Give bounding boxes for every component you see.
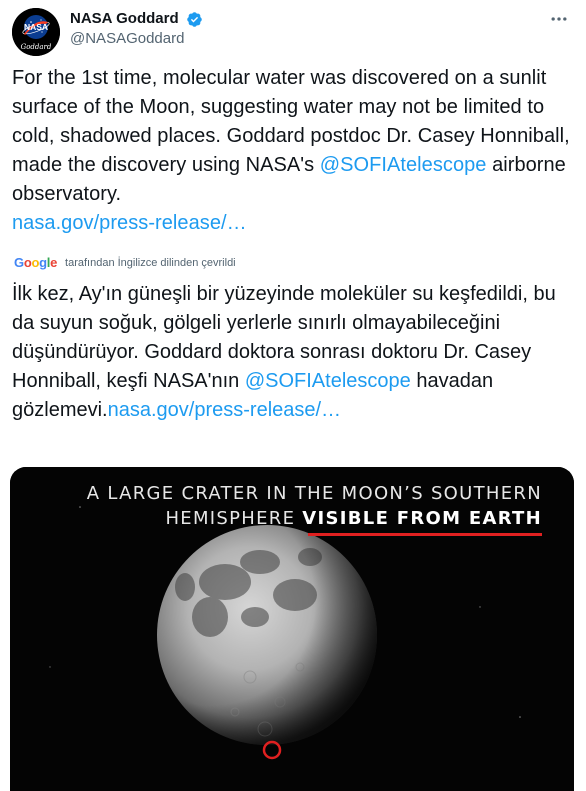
author-name[interactable]: NASA Goddard — [70, 9, 179, 29]
translated-press-release-link[interactable]: nasa.gov/press-release/… — [108, 399, 341, 421]
translation-note: tarafından İngilizce dilinden çevrildi — [65, 257, 236, 269]
mention-link[interactable]: @SOFIAtelescope — [320, 154, 487, 176]
google-logo: Google — [14, 255, 58, 270]
tweet-text: For the 1st time, molecular water was di… — [12, 64, 574, 238]
translation-attribution[interactable]: Google tarafından İngilizce dilinden çev… — [14, 255, 236, 271]
caption-underline — [308, 533, 542, 536]
author-handle[interactable]: @NASAGoddard — [70, 29, 203, 49]
tweet-header: NASA Goddard NASA Goddard @NASAGoddard — [12, 8, 574, 56]
more-options-icon — [551, 17, 567, 21]
svg-text:Goddard: Goddard — [21, 43, 52, 51]
caption-line-2: HEMISPHERE — [165, 508, 303, 529]
more-options-button[interactable] — [548, 8, 570, 30]
translated-mention-link[interactable]: @SOFIAtelescope — [245, 370, 411, 392]
caption-line-1: A LARGE CRATER IN THE MOON’S SOUTHERN — [86, 483, 542, 504]
translated-text: İlk kez, Ay'ın güneşli bir yüzeyinde mol… — [12, 280, 574, 425]
svg-text:NASA: NASA — [24, 22, 48, 32]
caption-highlight: VISIBLE FROM EARTH — [302, 508, 542, 529]
author-info: NASA Goddard @NASAGoddard — [70, 9, 203, 49]
video-media[interactable]: A LARGE CRATER IN THE MOON’S SOUTHERN HE… — [10, 467, 574, 791]
verified-badge-icon — [186, 11, 203, 28]
avatar[interactable]: NASA Goddard — [12, 8, 60, 56]
nasa-logo-icon: NASA Goddard — [12, 8, 60, 56]
video-caption: A LARGE CRATER IN THE MOON’S SOUTHERN HE… — [87, 481, 542, 531]
press-release-link[interactable]: nasa.gov/press-release/… — [12, 212, 247, 234]
